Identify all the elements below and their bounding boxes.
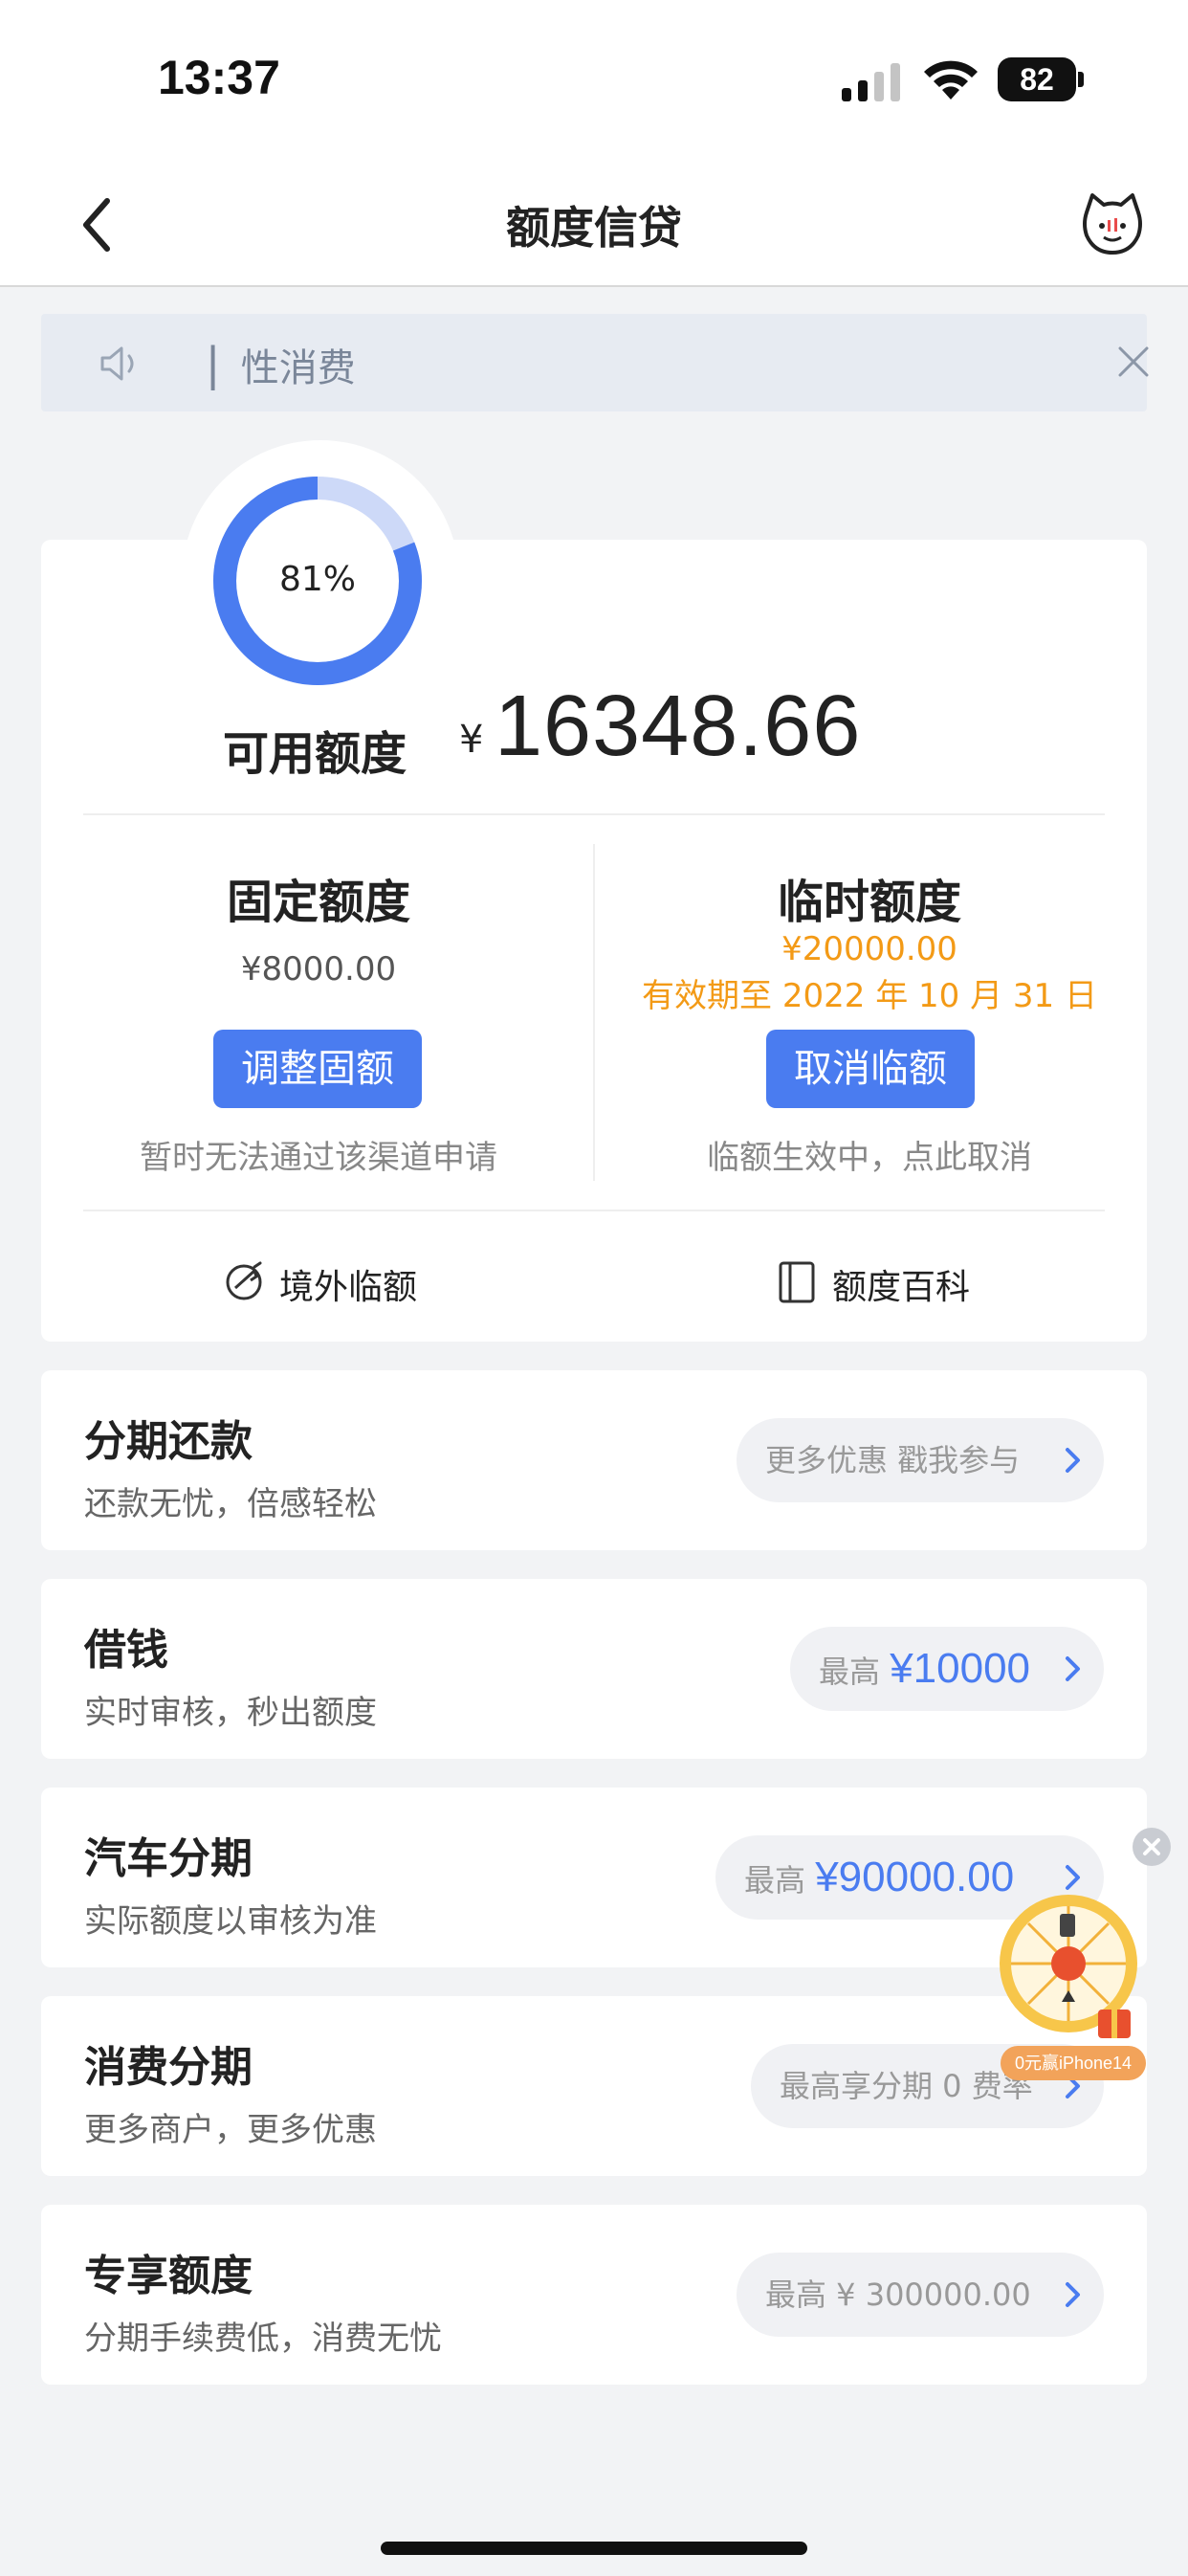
service-offer-pill[interactable]: 最高 ¥10000 [790,1627,1104,1711]
notice-text: ▏性消费 [211,346,356,390]
chevron-right-icon [1066,1448,1080,1473]
service-subtitle: 实时审核，秒出额度 [84,1694,377,1732]
divider [83,1210,1105,1211]
battery-indicator: 82 [998,57,1076,101]
globe-plane-icon [226,1261,262,1300]
pill-prefix: 最高 [744,1862,806,1899]
fixed-credit-amount: ¥8000.00 [240,950,397,988]
fixed-credit-title: 固定额度 [226,876,410,929]
available-credit-amount: 16348.66 [495,678,862,774]
promo-label[interactable]: 0元赢iPhone14 [1001,2046,1146,2080]
service-car-installment[interactable]: 汽车分期 实际额度以审核为准 最高 ¥90000.00 [41,1788,1147,1967]
service-offer-pill[interactable]: 更多优惠 戳我参与 [737,1418,1104,1502]
book-icon [779,1261,815,1303]
close-icon[interactable] [1114,343,1153,381]
pill-text: 最高 ¥ 300000.00 [765,2276,1031,2313]
service-title: 借钱 [84,1626,168,1675]
cellular-signal-icon [842,63,900,101]
overseas-temp-credit-label: 境外临额 [279,1268,418,1307]
battery-cap [1078,72,1084,87]
status-time: 13:37 [158,51,280,104]
fixed-credit-note: 暂时无法通过该渠道申请 [140,1139,497,1177]
service-subtitle: 分期手续费低，消费无忧 [84,2320,442,2358]
page-title: 额度信贷 [506,202,682,254]
pill-prefix: 最高 [819,1654,881,1690]
pill-text: 更多优惠 戳我参与 [765,1442,1021,1478]
credit-wiki-label: 额度百科 [832,1268,971,1307]
pill-value: ¥90000.00 [815,1854,1015,1900]
wifi-icon [924,60,978,100]
service-title: 消费分期 [84,2043,253,2092]
status-bar: 13:37 82 [0,0,1188,153]
close-widget-icon[interactable] [1133,1828,1171,1866]
service-subtitle: 还款无忧，倍感轻松 [84,1485,377,1523]
nav-bar: 额度信贷 [0,153,1188,287]
currency-symbol: ¥ [459,718,484,762]
temp-credit-validity: 有效期至 2022 年 10 月 31 日 [642,977,1097,1015]
service-subtitle: 实际额度以审核为准 [84,1902,377,1941]
temp-credit-note[interactable]: 临额生效中，点此取消 [592,1131,1147,1178]
service-exclusive-credit[interactable]: 专享额度 分期手续费低，消费无忧 最高 ¥ 300000.00 [41,2205,1147,2385]
temp-credit-amount: ¥20000.00 [781,930,957,968]
available-credit-label: 可用额度 [223,727,407,781]
divider [83,813,1105,815]
cancel-temp-credit-button[interactable]: 取消临额 [766,1030,975,1108]
cat-mascot-icon[interactable] [1079,191,1146,258]
notice-banner[interactable]: ▏性消费 [41,314,1149,411]
service-installment-repay[interactable]: 分期还款 还款无忧，倍感轻松 更多优惠 戳我参与 [41,1370,1147,1550]
usage-percent: 81% [278,560,356,599]
service-consumer-installment[interactable]: 消费分期 更多商户，更多优惠 最高享分期 0 费率 [41,1996,1147,2176]
chevron-right-icon [1066,2282,1080,2307]
service-subtitle: 更多商户，更多优惠 [84,2111,377,2149]
service-title: 专享额度 [84,2252,253,2300]
prize-wheel-icon[interactable] [995,1830,1155,2078]
temp-credit-title: 临时额度 [777,876,961,929]
speaker-icon [100,346,134,381]
credit-wiki-link[interactable]: 额度百科 [775,1255,995,1309]
overseas-temp-credit-link[interactable]: 境外临额 [222,1255,442,1309]
service-title: 分期还款 [84,1417,253,1466]
pill-value: ¥10000 [890,1645,1031,1692]
home-indicator [381,2542,807,2555]
service-title: 汽车分期 [84,1834,253,1883]
chevron-right-icon [1066,1656,1080,1681]
adjust-fixed-credit-button[interactable]: 调整固额 [213,1030,422,1108]
service-offer-pill[interactable]: 最高 ¥ 300000.00 [737,2253,1104,2337]
service-borrow[interactable]: 借钱 实时审核，秒出额度 最高 ¥10000 [41,1579,1147,1759]
